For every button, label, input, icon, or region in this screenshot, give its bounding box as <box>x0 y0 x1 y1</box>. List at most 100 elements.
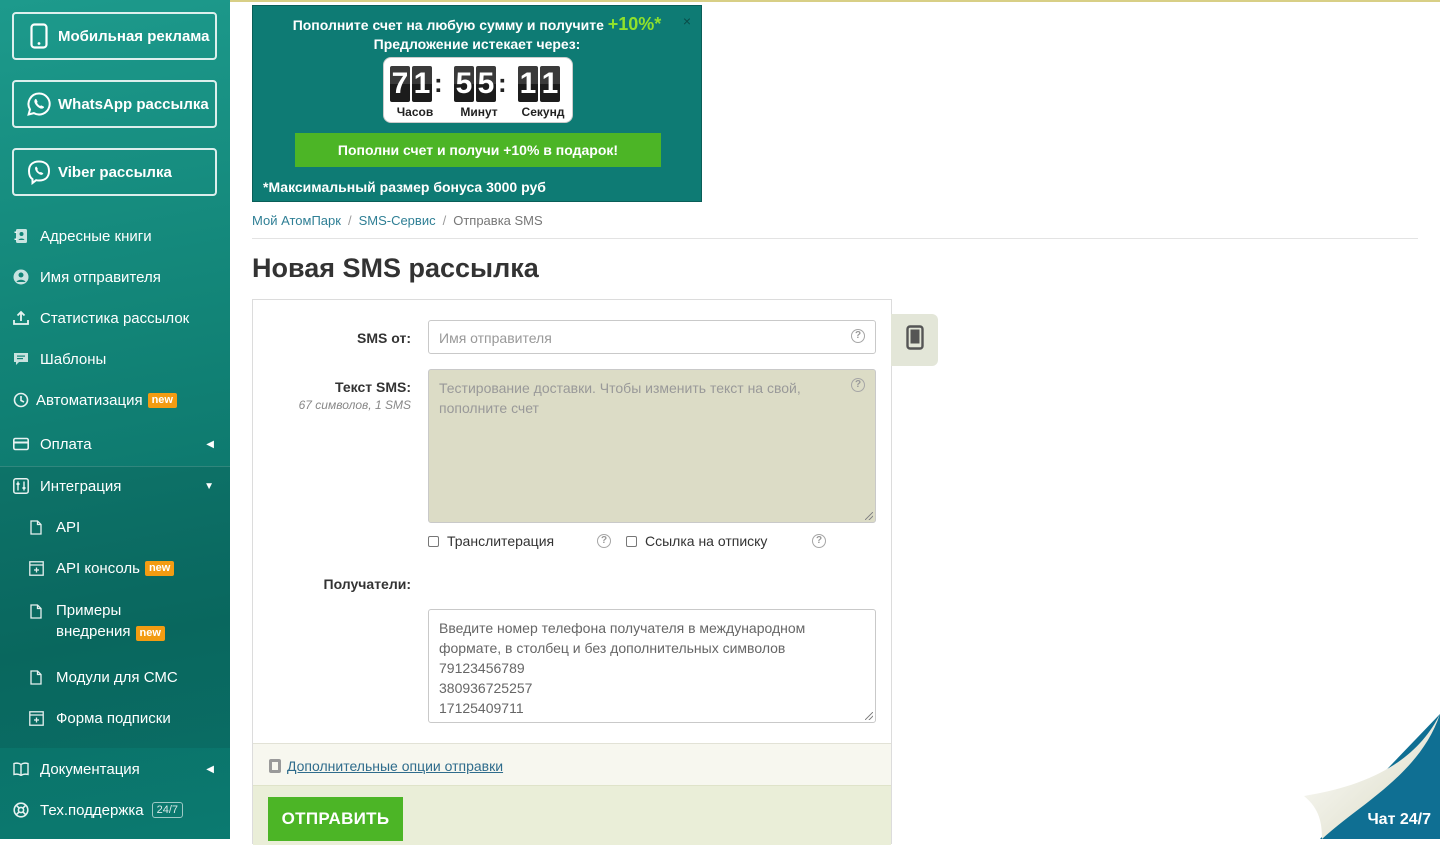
banner-bonus: +10%* <box>608 14 662 34</box>
checkbox[interactable] <box>626 536 637 547</box>
close-icon[interactable]: × <box>683 13 691 29</box>
timer-hours: 71 <box>390 66 434 102</box>
sidebar-item-label: Интеграция <box>40 478 121 495</box>
sidebar-item-api[interactable]: API <box>0 512 230 542</box>
extra-options-link[interactable]: Дополнительные опции отправки <box>269 758 503 774</box>
topup-bonus-button[interactable]: Пополни счет и получи +10% в подарок! <box>295 133 661 167</box>
send-bar: ОТПРАВИТЬ <box>253 785 891 845</box>
stats-upload-icon <box>13 310 29 326</box>
timer-colon: : <box>434 68 443 99</box>
sidebar-item-sender-name[interactable]: Имя отправителя <box>0 262 230 292</box>
sidebar-item-label-line2: внедрения <box>56 623 131 640</box>
sidebar-item-address-books[interactable]: Адресные книги <box>0 221 230 251</box>
resize-handle[interactable] <box>865 712 873 720</box>
viber-button[interactable]: Viber рассылка <box>12 148 217 196</box>
breadcrumb-link[interactable]: Мой АтомПарк <box>252 213 341 228</box>
recipients-line: 79123456789 <box>439 658 865 678</box>
timer-minutes: 55 <box>454 66 498 102</box>
sms-text-area[interactable]: Тестирование доставки. Чтобы изменить те… <box>428 369 876 523</box>
resize-handle[interactable] <box>865 512 873 520</box>
sidebar-item-templates[interactable]: Шаблоны <box>0 344 230 374</box>
timer-digit: 7 <box>390 66 410 102</box>
timer-minutes-label: Минут <box>454 105 504 119</box>
whatsapp-icon <box>26 91 52 117</box>
banner-expiry-text: Предложение истекает через: <box>253 36 701 52</box>
chat-widget[interactable]: Чат 24/7 <box>1300 714 1440 839</box>
unsubscribe-link-checkbox[interactable]: Ссылка на отписку <box>626 533 767 549</box>
user-circle-icon <box>13 269 29 285</box>
extra-options-label: Дополнительные опции отправки <box>287 758 503 774</box>
banner-headline-text: Пополните счет на любую сумму и получите <box>293 17 604 33</box>
mobile-ads-button[interactable]: Мобильная реклама <box>12 12 217 60</box>
sidebar-item-statistics[interactable]: Статистика рассылок <box>0 303 230 333</box>
help-icon[interactable]: ? <box>597 534 611 548</box>
caret-left-icon: ◀ <box>206 764 214 775</box>
viber-icon <box>26 159 52 185</box>
options-icon <box>269 759 281 773</box>
checkbox[interactable] <box>428 536 439 547</box>
sms-text-stats: 67 символов, 1 SMS <box>299 398 411 412</box>
sidebar-item-label: API <box>56 519 80 536</box>
breadcrumb-separator: / <box>348 213 352 228</box>
console-plus-icon <box>28 560 44 576</box>
smartphone-icon <box>906 325 924 356</box>
sidebar-item-api-console[interactable]: API консоль new <box>0 553 230 583</box>
page-title: Новая SMS рассылка <box>252 253 539 284</box>
help-icon[interactable]: ? <box>812 534 826 548</box>
smartphone-icon <box>26 23 52 49</box>
breadcrumb-separator: / <box>443 213 447 228</box>
sidebar-item-label: Адресные книги <box>40 228 152 245</box>
mobile-ads-label: Мобильная реклама <box>58 28 210 45</box>
sidebar-item-label-wrap: Примеры внедрения new <box>56 600 165 642</box>
new-badge: new <box>148 393 177 408</box>
timer-seconds: 11 <box>518 66 562 102</box>
sender-input[interactable]: Имя отправителя <box>428 320 876 354</box>
sidebar-item-subscribe-form[interactable]: Форма подписки <box>0 703 230 733</box>
send-button[interactable]: ОТПРАВИТЬ <box>268 797 403 841</box>
sidebar-item-label: Автоматизация <box>36 392 143 409</box>
sidebar-item-label: Форма подписки <box>56 710 171 727</box>
recipients-textarea[interactable]: Введите номер телефона получателя в межд… <box>428 609 876 723</box>
sidebar-item-label: Примеры <box>56 602 121 619</box>
sms-form: SMS от: Имя отправителя ? Текст SMS: 67 … <box>252 299 892 844</box>
document-icon <box>28 669 44 685</box>
transliteration-checkbox[interactable]: Транслитерация <box>428 533 554 549</box>
sidebar-item-label: Статистика рассылок <box>40 310 189 327</box>
help-icon[interactable]: ? <box>851 378 865 392</box>
sidebar-item-integration[interactable]: Интеграция ▼ <box>0 471 230 501</box>
extra-options-bar: Дополнительные опции отправки <box>253 743 891 785</box>
countdown-timer: 71 : 55 : 11 Часов Минут Секунд <box>383 57 573 123</box>
caret-left-icon: ◀ <box>206 439 214 450</box>
support-hours-badge: 24/7 <box>152 802 183 818</box>
sidebar-item-payment[interactable]: Оплата ◀ <box>0 429 230 459</box>
sliders-icon <box>13 478 29 494</box>
sidebar-item-label: Документация <box>40 761 140 778</box>
timer-digit: 1 <box>412 66 432 102</box>
unsubscribe-label: Ссылка на отписку <box>645 533 767 549</box>
clock-icon <box>13 392 29 408</box>
breadcrumb-link[interactable]: SMS-Сервис <box>359 213 436 228</box>
sidebar-item-support[interactable]: Тех.поддержка 24/7 <box>0 795 230 825</box>
whatsapp-label: WhatsApp рассылка <box>58 96 209 113</box>
recipients-label: Получатели: <box>324 576 411 592</box>
sidebar-item-documentation[interactable]: Документация ◀ <box>0 754 230 784</box>
help-icon[interactable]: ? <box>851 329 865 343</box>
credit-card-icon <box>13 436 29 452</box>
sms-text-value: Тестирование доставки. Чтобы изменить те… <box>439 380 801 416</box>
timer-digit: 1 <box>540 66 560 102</box>
sidebar-item-sms-modules[interactable]: Модули для СМС <box>0 662 230 692</box>
sidebar-item-automation[interactable]: Автоматизация new <box>0 385 230 415</box>
sidebar-item-label: API консоль <box>56 560 140 577</box>
whatsapp-button[interactable]: WhatsApp рассылка <box>12 80 217 128</box>
phone-preview-toggle[interactable] <box>891 314 938 366</box>
form-plus-icon <box>28 710 44 726</box>
divider <box>252 238 1418 239</box>
new-badge: new <box>136 626 165 641</box>
breadcrumb: Мой АтомПарк/SMS-Сервис/Отправка SMS <box>252 213 543 228</box>
address-book-icon <box>13 228 29 244</box>
timer-digit: 5 <box>454 66 474 102</box>
document-icon <box>28 519 44 535</box>
sidebar-item-examples[interactable]: Примеры внедрения new <box>0 600 230 646</box>
sidebar-item-label: Тех.поддержка <box>40 802 144 819</box>
lifebuoy-icon <box>13 802 29 818</box>
